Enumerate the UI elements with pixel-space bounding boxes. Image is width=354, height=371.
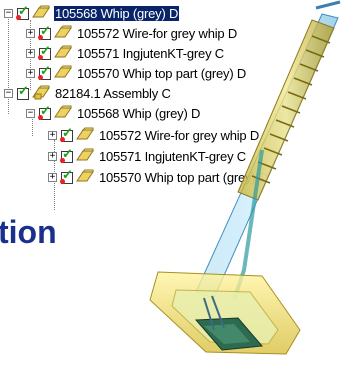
whip-top-part <box>237 19 335 201</box>
wire-tip <box>315 0 341 10</box>
whip-assembly-3d-render <box>149 0 341 355</box>
